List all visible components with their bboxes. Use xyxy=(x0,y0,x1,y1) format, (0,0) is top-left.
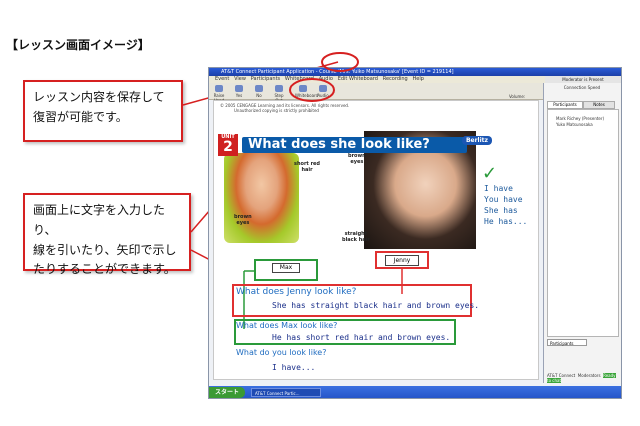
highlight-circles xyxy=(289,52,359,102)
